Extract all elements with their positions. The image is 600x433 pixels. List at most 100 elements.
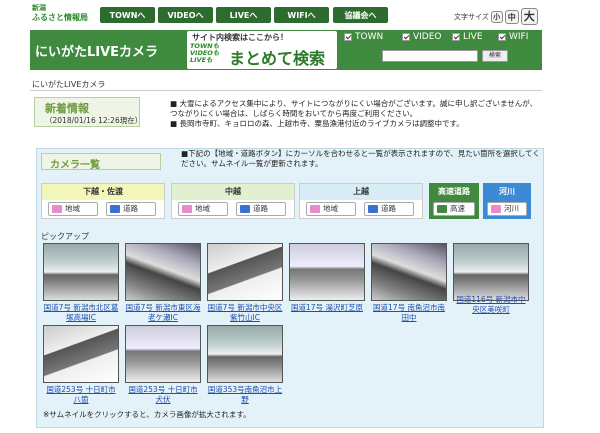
news-date: （2018/01/16 12:26現在）: [45, 116, 143, 125]
road-icon: [110, 205, 120, 213]
camera-thumbnail[interactable]: [125, 243, 201, 301]
camera-caption[interactable]: 国道253号 十日町市犬伏: [125, 385, 201, 405]
camera-thumbnail[interactable]: [289, 243, 365, 301]
region-name: 上越: [300, 184, 422, 200]
logo-line2: ふるさと情報局: [32, 13, 88, 22]
region-name: 河川: [499, 187, 515, 196]
search-promo: サイト内検索はここから！ TOWNも VIDEOも LIVEも まとめて検索: [187, 31, 337, 69]
region-expressway-button[interactable]: 高速: [433, 202, 475, 216]
nav-live-label: LIVEへ: [229, 10, 258, 20]
pickup-label: ピックアップ: [41, 232, 89, 241]
camera-caption[interactable]: 国道17号 南魚沼市南田中: [371, 303, 447, 323]
button-label: 地域: [323, 204, 338, 213]
nav-wifi[interactable]: WIFIへ: [274, 7, 329, 23]
area-icon: [52, 205, 62, 213]
banner: にいがたLIVEカメラ サイト内検索はここから！ TOWNも VIDEOも LI…: [30, 30, 542, 70]
thumbnail-note: ※サムネイルをクリックすると、カメラ画像が拡大されます。: [43, 410, 251, 419]
camera-thumbnail[interactable]: [125, 325, 201, 383]
check-town-label: TOWN: [355, 32, 384, 42]
logo-line1: 新潟: [32, 4, 46, 12]
camera-thumbnail[interactable]: [207, 325, 283, 383]
nav-town-label: TOWNへ: [109, 10, 146, 20]
river-icon: [491, 205, 501, 213]
area-icon: [182, 205, 192, 213]
road-icon: [240, 205, 250, 213]
region-expressway: 高速道路 高速: [429, 183, 479, 219]
nav-kyokai[interactable]: 協議会へ: [333, 7, 388, 23]
region-chuetsu: 中越 地域 道路: [171, 183, 295, 219]
news-title: 新着情報: [45, 102, 89, 115]
region-kaetsu-sado: 下越・佐渡 地域 道路: [41, 183, 165, 219]
road-icon: [368, 205, 378, 213]
button-label: 道路: [253, 204, 268, 213]
font-size-switcher: 文字サイズ 小 中 大: [454, 8, 538, 25]
region-river-button[interactable]: 河川: [487, 202, 527, 216]
camera-thumbnail[interactable]: [43, 325, 119, 383]
camera-caption[interactable]: 国道253号 十日町市八箇: [43, 385, 119, 405]
checkbox-icon: [344, 33, 352, 41]
search-sub-live: LIVEも: [190, 56, 213, 64]
font-size-small-button[interactable]: 小: [490, 10, 503, 23]
font-size-medium-button[interactable]: 中: [504, 9, 519, 24]
camera-list-header: カメラ一覧: [41, 153, 161, 171]
news-item: ■ 長岡市寺町、キョロロの森、上越市寺、粟島漁港付近のライブカメラは調整中です。: [170, 119, 464, 128]
divider: [30, 90, 542, 91]
region-kaetsu-area-button[interactable]: 地域: [48, 202, 98, 216]
region-name: 中越: [172, 184, 294, 200]
nav-live[interactable]: LIVEへ: [216, 7, 271, 23]
checkbox-icon: [498, 33, 506, 41]
checkbox-icon: [402, 33, 410, 41]
button-label: 地域: [195, 204, 210, 213]
check-live[interactable]: LIVE: [452, 32, 483, 42]
news-header: 新着情報 （2018/01/16 12:26現在）: [34, 97, 143, 127]
area-icon: [310, 205, 320, 213]
region-chuetsu-area-button[interactable]: 地域: [178, 202, 228, 216]
region-name: 下越・佐渡: [42, 184, 164, 200]
region-kaetsu-road-button[interactable]: 道路: [106, 202, 156, 216]
search-filters: TOWN VIDEO LIVE WIFI 検索: [340, 30, 540, 70]
camera-thumbnail[interactable]: [371, 243, 447, 301]
camera-caption[interactable]: 国道7号 新潟市中央区紫竹山IC: [207, 303, 283, 323]
button-label: 高速: [450, 204, 465, 213]
region-joetsu-road-button[interactable]: 道路: [364, 202, 414, 216]
checkbox-icon: [452, 33, 460, 41]
font-size-label: 文字サイズ: [454, 12, 489, 21]
nav-video[interactable]: VIDEOへ: [158, 7, 213, 23]
region-joetsu-area-button[interactable]: 地域: [306, 202, 356, 216]
news-body: ■ 大雪によるアクセス集中により、サイトにつながりにくい場合がございます。誠に申…: [170, 99, 542, 129]
check-video[interactable]: VIDEO: [402, 32, 442, 42]
nav-town[interactable]: TOWNへ: [100, 7, 155, 23]
camera-thumbnail[interactable]: [43, 243, 119, 301]
search-big-text: まとめて検索: [229, 49, 326, 68]
news-item: ■ 大雪によるアクセス集中により、サイトにつながりにくい場合がございます。誠に申…: [170, 99, 538, 118]
button-label: 河川: [504, 204, 519, 213]
expressway-icon: [437, 205, 447, 213]
camera-caption[interactable]: 国道7号 新潟市東区海老ケ瀬IC: [125, 303, 201, 323]
region-joetsu: 上越 地域 道路: [299, 183, 423, 219]
camera-list-title: カメラ一覧: [50, 160, 100, 171]
camera-list: カメラ一覧 ■下記の【地域・道路ボタン】にカーソルを合わせると一覧が表示されます…: [36, 148, 544, 428]
site-logo[interactable]: 新潟 ふるさと情報局: [32, 3, 94, 25]
search-button[interactable]: 検索: [482, 50, 508, 62]
region-name: 高速道路: [438, 187, 470, 196]
font-size-large-button[interactable]: 大: [520, 8, 538, 25]
check-live-label: LIVE: [463, 32, 483, 42]
region-river: 河川 河川: [483, 183, 531, 219]
camera-caption[interactable]: 国道7号 新潟市北区葛塚高場IC: [43, 303, 119, 323]
camera-thumbnail[interactable]: [453, 243, 529, 301]
check-town[interactable]: TOWN: [344, 32, 383, 42]
button-label: 道路: [123, 204, 138, 213]
search-input[interactable]: [382, 50, 478, 62]
region-chuetsu-road-button[interactable]: 道路: [236, 202, 286, 216]
camera-caption[interactable]: 国道17号 湯沢町芝原: [289, 303, 365, 313]
camera-caption[interactable]: 国道353号南魚沼市上野: [207, 385, 283, 405]
camera-description: ■下記の【地域・道路ボタン】にカーソルを合わせると一覧が表示されますので、見たい…: [181, 149, 540, 168]
nav-video-label: VIDEOへ: [167, 10, 204, 20]
camera-caption[interactable]: 国道116号 新潟市中央区美咲町: [453, 295, 529, 315]
check-wifi-label: WIFI: [509, 32, 529, 42]
button-label: 道路: [381, 204, 396, 213]
check-wifi[interactable]: WIFI: [498, 32, 528, 42]
nav-kyokai-label: 協議会へ: [344, 10, 377, 20]
camera-thumbnail[interactable]: [207, 243, 283, 301]
nav-wifi-label: WIFIへ: [287, 10, 316, 20]
